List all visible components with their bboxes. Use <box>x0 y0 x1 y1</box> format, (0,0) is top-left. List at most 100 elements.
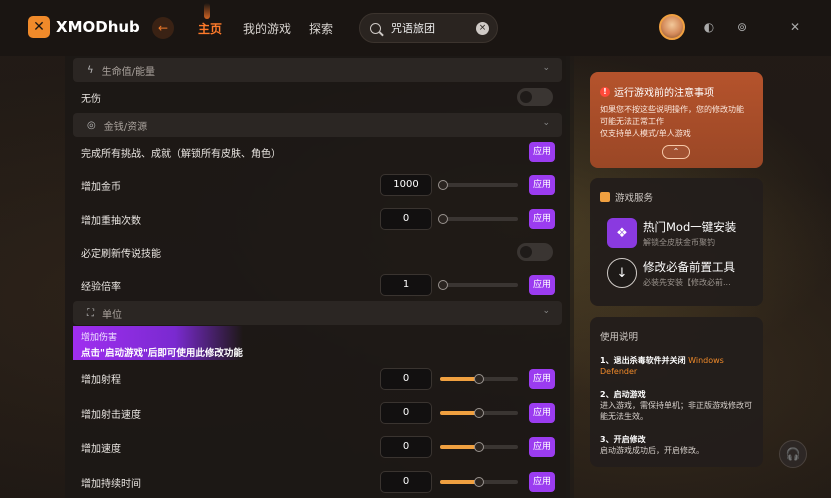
row-legend-refresh: 必定刷新传说技能 <box>81 248 161 260</box>
chevron-down-icon: ⌄ <box>542 118 550 128</box>
slider-knob[interactable] <box>474 374 484 384</box>
section-title: 单位 <box>102 309 122 321</box>
apply-button[interactable]: 应用 <box>529 209 555 229</box>
instruction-step-1: 1、退出杀毒软件并关闭 Windows Defender <box>600 355 753 377</box>
apply-button[interactable]: 应用 <box>529 369 555 389</box>
row-add-reroll: 增加重抽次数 <box>81 215 141 227</box>
row-exp-mult: 经验倍率 <box>81 281 121 293</box>
window-divider-icon <box>763 20 777 34</box>
app-logo[interactable]: ✕ XMODhub <box>28 16 140 38</box>
slider-knob[interactable] <box>438 180 448 190</box>
apply-button[interactable]: 应用 <box>529 472 555 492</box>
search-icon <box>370 22 381 34</box>
row-no-damage: 无伤 <box>81 93 101 105</box>
row-add-speed: 增加速度 <box>81 443 121 455</box>
service-title: 游戏服务 <box>600 190 753 204</box>
scrollbar[interactable] <box>566 56 574 498</box>
search-input[interactable]: 咒语旅团 <box>391 20 435 36</box>
warning-icon: ! <box>600 86 610 97</box>
service-item-sub: 解锁全皮肤金币聚钓 <box>643 237 715 247</box>
unit-icon: ⛶ <box>87 307 94 319</box>
row-complete-all: 完成所有挑战、成就（解锁所有皮肤、角色） <box>81 148 281 160</box>
row-add-range: 增加射程 <box>81 374 121 386</box>
row-add-gold: 增加金币 <box>81 181 121 193</box>
service-item-sub: 必装先安装【修改必前... <box>643 277 731 287</box>
apply-button[interactable]: 应用 <box>529 275 555 295</box>
clear-search-icon[interactable]: × <box>476 22 489 35</box>
service-item-name: 修改必备前置工具 <box>643 259 735 274</box>
section-money[interactable]: ◎ 金钱/资源 ⌄ <box>73 113 562 137</box>
nav-my-games[interactable]: 我的游戏 <box>243 20 291 37</box>
service-item-name: 热门Mod一键安装 <box>643 219 737 234</box>
instruction-step-3: 3、开启修改 启动游戏成功后，开启修改。 <box>600 434 753 456</box>
section-health[interactable]: ϟ 生命值/能量 ⌄ <box>73 58 562 82</box>
apply-button[interactable]: 应用 <box>529 175 555 195</box>
box-icon <box>600 192 610 202</box>
row-add-duration: 增加持续时间 <box>81 478 141 490</box>
slider-knob[interactable] <box>474 477 484 487</box>
range-slider[interactable] <box>440 374 518 384</box>
section-title: 生命值/能量 <box>101 66 155 78</box>
chevron-down-icon: ⌄ <box>542 63 550 73</box>
slider-knob[interactable] <box>474 442 484 452</box>
legend-refresh-toggle[interactable] <box>517 243 553 261</box>
slider-knob[interactable] <box>438 280 448 290</box>
mod-icon: ❖ <box>607 218 637 248</box>
exp-mult-slider[interactable] <box>438 280 518 290</box>
instructions-title: 使用说明 <box>600 332 639 343</box>
expand-notice-button[interactable]: ⌃ <box>662 145 690 159</box>
gold-slider[interactable] <box>438 180 518 190</box>
no-damage-toggle[interactable] <box>517 88 553 106</box>
apply-button[interactable]: 应用 <box>529 142 555 162</box>
service-title-text: 游戏服务 <box>615 193 654 204</box>
duration-input[interactable]: 0 <box>380 471 432 493</box>
notice-body: 如果您不按这些说明操作，您的修改功能 可能无法正常工作 仅支持单人模式/单人游戏 <box>600 104 753 140</box>
section-unit[interactable]: ⛶ 单位 ⌄ <box>73 301 562 325</box>
range-input[interactable]: 0 <box>380 368 432 390</box>
reroll-slider[interactable] <box>438 214 518 224</box>
back-button[interactable]: ← <box>152 17 174 39</box>
notice-title: ! 运行游戏前的注意事项 <box>600 84 753 99</box>
service-item-prereq-tools[interactable]: ↓ 修改必备前置工具 必装先安装【修改必前... <box>607 258 735 288</box>
step-body: 进入游戏，需保持单机；非正版游戏修改可能无法生效。 <box>600 401 752 421</box>
step-title: 1、退出杀毒软件并关闭 <box>600 356 686 365</box>
search-box[interactable]: 咒语旅团 × <box>359 13 498 43</box>
slider-knob[interactable] <box>438 214 448 224</box>
avatar[interactable] <box>659 14 685 40</box>
nav-explore[interactable]: 探索 <box>309 20 333 37</box>
attack-speed-input[interactable]: 0 <box>380 402 432 424</box>
step-body: 启动游戏成功后，开启修改。 <box>600 446 704 455</box>
coin-icon: ◎ <box>87 119 96 131</box>
cheat-list-panel: ϟ 生命值/能量 ⌄ ◎ 金钱/资源 ⌄ ⛶ 单位 ⌄ <box>65 56 570 498</box>
notice-title-text: 运行游戏前的注意事项 <box>614 88 714 99</box>
reroll-input[interactable]: 0 <box>380 208 432 230</box>
step-title: 3、开启修改 <box>600 435 646 444</box>
section-title: 金钱/资源 <box>103 121 148 133</box>
nav-home[interactable]: 主页 <box>198 20 222 37</box>
slider-knob[interactable] <box>474 408 484 418</box>
chevron-down-icon: ⌄ <box>542 306 550 316</box>
close-icon[interactable]: ✕ <box>788 20 802 34</box>
download-icon: ↓ <box>607 258 637 288</box>
duration-slider[interactable] <box>440 477 518 487</box>
lightning-icon: ϟ <box>87 64 94 76</box>
headset-support-icon[interactable]: 🎧 <box>779 440 807 468</box>
apply-button[interactable]: 应用 <box>529 403 555 423</box>
banner-hint: 点击"启动游戏"后即可使用此修改功能 <box>81 348 243 359</box>
minimize-icon[interactable]: ⊚ <box>735 20 749 34</box>
service-item-mod-install[interactable]: ❖ 热门Mod一键安装 解锁全皮肤金币聚钓 <box>607 218 736 248</box>
attack-speed-slider[interactable] <box>440 408 518 418</box>
nav-active-indicator <box>204 3 210 19</box>
exp-mult-input[interactable]: 1 <box>380 274 432 296</box>
notice-line: 可能无法正常工作 <box>600 117 664 126</box>
notice-line: 如果您不按这些说明操作，您的修改功能 <box>600 105 744 114</box>
speed-slider[interactable] <box>440 442 518 452</box>
speed-input[interactable]: 0 <box>380 436 432 458</box>
row-add-attack-speed: 增加射击速度 <box>81 409 141 421</box>
logo-icon: ✕ <box>28 16 50 38</box>
gold-input[interactable]: 1000 <box>380 174 432 196</box>
apply-button[interactable]: 应用 <box>529 437 555 457</box>
step-title: 2、启动游戏 <box>600 390 646 399</box>
settings-icon[interactable]: ◐ <box>702 20 716 34</box>
notice-line: 仅支持单人模式/单人游戏 <box>600 129 691 138</box>
